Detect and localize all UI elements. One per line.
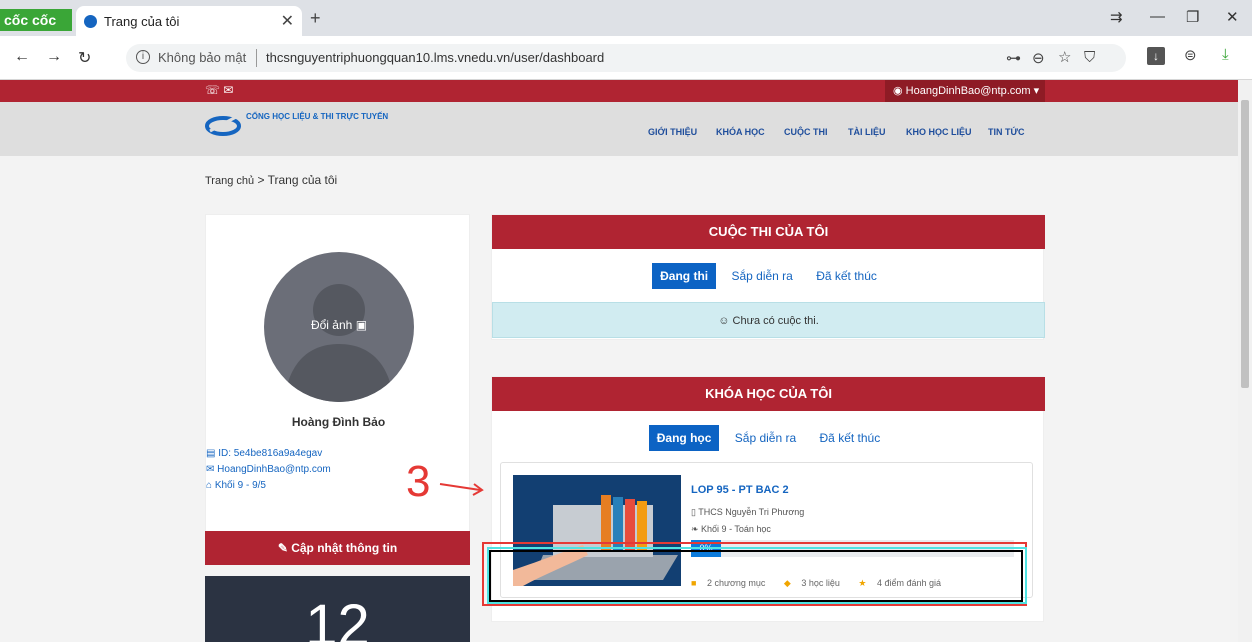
leaf-icon: ❧ (691, 524, 702, 534)
stats-card: 12 (205, 576, 470, 642)
tab-contest-upcoming[interactable]: Sắp diễn ra (723, 263, 800, 289)
site-topbar: ☏ ✉ ◉ HoangDinhBao@ntp.com ▾ (0, 80, 1238, 102)
annotation-number-arrow: 3 (406, 457, 484, 500)
profile-grade: ⌂ Khối 9 - 9/5 (206, 480, 266, 491)
graduation-cap-icon: ⌂ (206, 480, 215, 491)
annotation-black-box (489, 550, 1023, 602)
download-arrow-icon[interactable]: ⤓ (1222, 46, 1229, 63)
annotation-number: 3 (406, 457, 430, 500)
breadcrumb-separator: > (257, 173, 265, 187)
menu-item-khoa-hoc[interactable]: KHÓA HỌC (716, 127, 765, 137)
restore-icon[interactable]: ❐ (1186, 8, 1199, 26)
course-grade: ❧ Khối 9 - Toán học (691, 524, 771, 535)
update-info-button[interactable]: ✎ Cập nhật thông tin (205, 531, 470, 565)
browser-tab-bar: cốc cốc Trang của tôi ✕ + ⇉ — ❐ ✕ (0, 0, 1252, 36)
menu-item-gioi-thieu[interactable]: GIỚI THIỆU (648, 127, 697, 137)
tab-course-finished[interactable]: Đã kết thúc (812, 425, 889, 451)
image-icon: ▣ (355, 318, 368, 332)
download-box-icon[interactable]: ↓ (1147, 47, 1165, 65)
user-email: HoangDinhBao@ntp.com (905, 85, 1031, 97)
profile-name: Hoàng Đình Bảo (291, 415, 386, 429)
reload-icon[interactable]: ↻ (78, 48, 91, 68)
site-header: CỔNG HỌC LIỆU & THI TRỰC TUYẾN GIỚI THIỆ… (0, 102, 1238, 156)
smile-icon: ☺ (718, 315, 733, 327)
tab-title: Trang của tôi (104, 14, 180, 29)
course-title[interactable]: LOP 95 - PT BAC 2 (691, 484, 789, 496)
profile-icon[interactable]: ⊜ (1184, 46, 1197, 64)
minimize-icon[interactable]: — (1150, 8, 1165, 25)
forward-icon[interactable]: → (46, 48, 62, 66)
menu-item-cuoc-thi[interactable]: CUỘC THI (784, 127, 828, 137)
contests-title: CUỘC THI CỦA TÔI (492, 215, 1045, 249)
menu-item-kho-hoc-lieu[interactable]: KHO HỌC LIỆU (906, 127, 972, 137)
breadcrumb-current: Trang của tôi (267, 173, 338, 187)
menu-item-tai-lieu[interactable]: TÀI LIỆU (848, 127, 886, 137)
profile-id-text: ID: 5e4be816a9a4egav (218, 448, 323, 459)
change-avatar-text: Đổi ảnh (310, 318, 353, 332)
window-close-icon[interactable]: ✕ (1226, 8, 1239, 26)
breadcrumb: Trang chủ > Trang của tôi (205, 173, 337, 187)
shield-icon[interactable]: ⛉ (1084, 49, 1095, 66)
site-favicon-icon (84, 15, 97, 28)
contests-tabs: Đang thi Sắp diễn ra Đã kết thúc (492, 263, 1045, 289)
profile-email: ✉ HoangDinhBao@ntp.com (206, 464, 331, 475)
tab-course-upcoming[interactable]: Sắp diễn ra (727, 425, 804, 451)
course-school: ▯ THCS Nguyễn Tri Phương (691, 507, 804, 518)
breadcrumb-home[interactable]: Trang chủ (205, 175, 254, 187)
bookmark-star-icon[interactable]: ☆ (1058, 48, 1071, 66)
avatar[interactable]: Đổi ảnh ▣ (264, 252, 414, 402)
tab-close-icon[interactable]: ✕ (281, 11, 294, 31)
profile-email-text: HoangDinhBao@ntp.com (217, 464, 331, 475)
courses-title: KHÓA HỌC CỦA TÔI (492, 377, 1045, 411)
address-toolbar: ← → ↻ i Không bảo mật thcsnguyentriphuon… (0, 36, 1252, 80)
chevron-down-icon: ▾ (1030, 85, 1040, 97)
user-icon: ◉ (893, 85, 906, 97)
contests-panel: CUỘC THI CỦA TÔI Đang thi Sắp diễn ra Đã… (491, 214, 1045, 340)
zoom-icon[interactable]: ⊖ (1032, 49, 1045, 67)
courses-tabs: Đang học Sắp diễn ra Đã kết thúc (492, 425, 1045, 451)
page-scrollbar[interactable] (1238, 80, 1252, 642)
update-info-label: Cập nhật thông tin (291, 541, 398, 555)
user-menu[interactable]: ◉ HoangDinhBao@ntp.com ▾ (885, 80, 1045, 102)
envelope-icon: ✉ (206, 464, 218, 475)
profile-card: Đổi ảnh ▣ Hoàng Đình Bảo ▤ ID: 5e4be816a… (205, 214, 470, 562)
tab-contest-ongoing[interactable]: Đang thi (652, 263, 717, 289)
insecure-label: Không bảo mật (158, 50, 247, 65)
course-school-text: THCS Nguyễn Tri Phương (698, 507, 805, 517)
id-card-icon: ▤ (206, 448, 219, 459)
phone-mail-icons[interactable]: ☏ ✉ (205, 83, 233, 97)
page-viewport: ☏ ✉ ◉ HoangDinhBao@ntp.com ▾ CỔNG HỌC LI… (0, 80, 1238, 642)
no-contest-text: Chưa có cuộc thi. (732, 315, 819, 327)
menu-item-tin-tuc[interactable]: TIN TỨC (988, 127, 1024, 137)
omnibox-divider (256, 49, 257, 67)
address-bar[interactable]: i Không bảo mật thcsnguyentriphuongquan1… (126, 44, 1126, 72)
site-logo-text[interactable]: CỔNG HỌC LIỆU & THI TRỰC TUYẾN (246, 112, 388, 121)
stats-number: 12 (305, 593, 370, 642)
tab-contest-finished[interactable]: Đã kết thúc (808, 263, 885, 289)
no-contest-message: ☺ Chưa có cuộc thi. (492, 302, 1045, 338)
new-tab-button[interactable]: + (310, 8, 321, 29)
coccoc-logo[interactable]: cốc cốc (0, 9, 72, 31)
profile-id: ▤ ID: 5e4be816a9a4egav (206, 448, 322, 459)
scrollbar-thumb[interactable] (1241, 100, 1249, 388)
edit-icon: ✎ (277, 541, 292, 555)
key-icon[interactable]: ⊶ (1006, 49, 1021, 67)
profile-grade-text: Khối 9 - 9/5 (214, 480, 266, 491)
change-avatar-label[interactable]: Đổi ảnh ▣ (264, 318, 414, 332)
tab-course-learning[interactable]: Đang học (648, 425, 720, 451)
back-icon[interactable]: ← (14, 48, 30, 66)
info-icon[interactable]: i (136, 50, 150, 64)
tab-list-icon[interactable]: ⇉ (1110, 8, 1123, 26)
site-logo-icon[interactable] (204, 111, 242, 137)
browser-tab[interactable]: Trang của tôi ✕ (76, 6, 302, 36)
url-text[interactable]: thcsnguyentriphuongquan10.lms.vnedu.vn/u… (266, 50, 604, 65)
course-grade-text: Khối 9 - Toán học (701, 524, 771, 534)
